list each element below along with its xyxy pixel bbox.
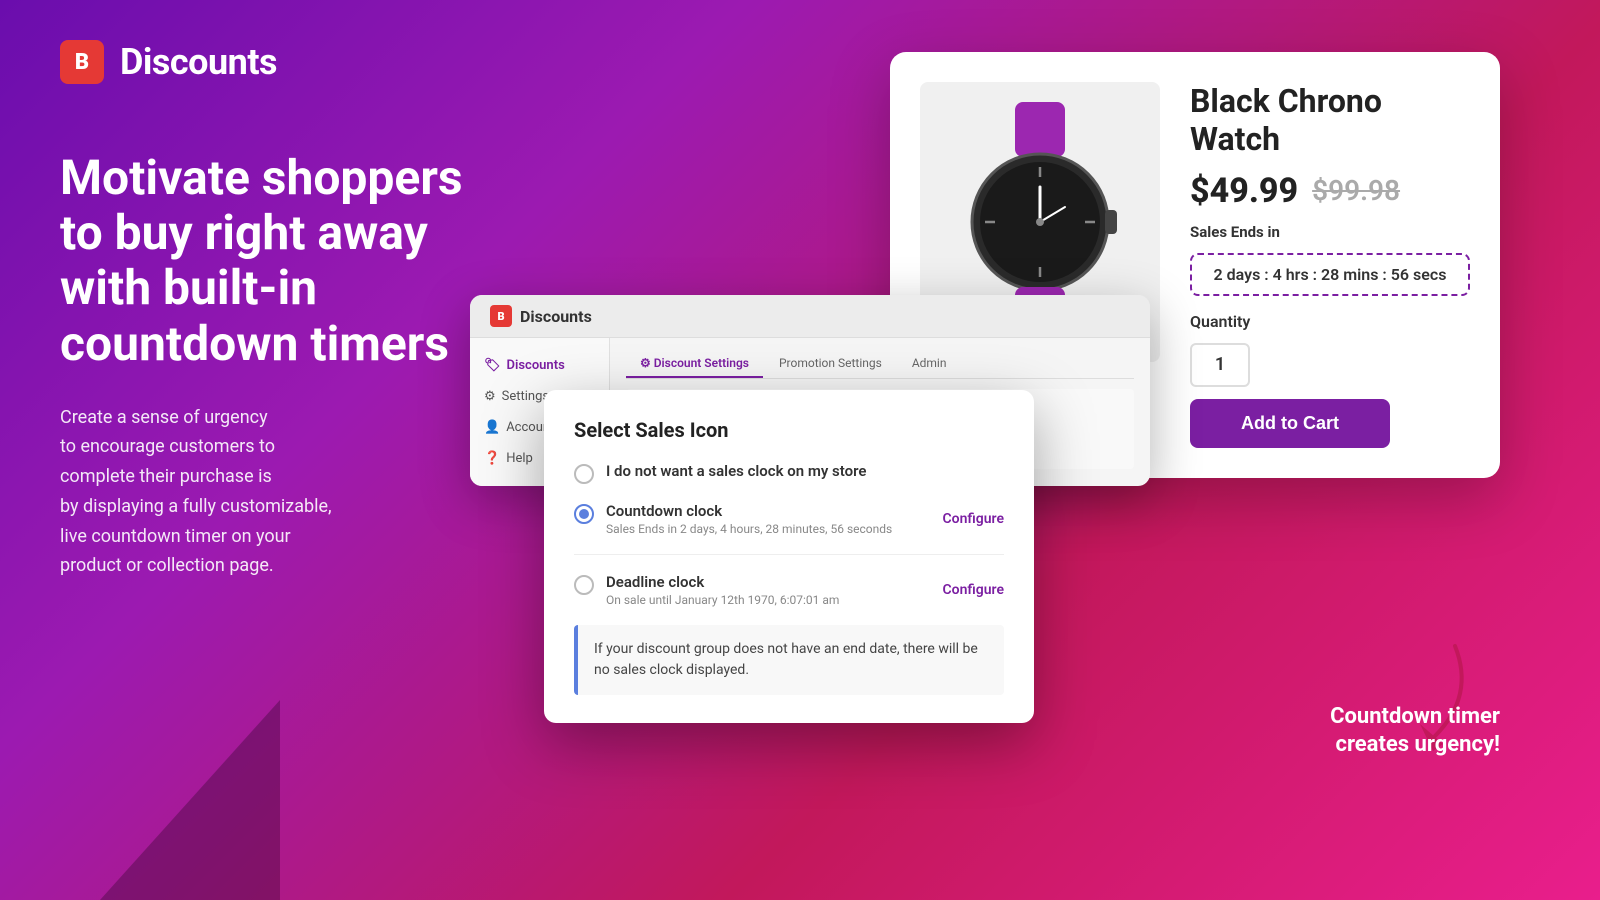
- no-clock-label: I do not want a sales clock on my store: [606, 462, 1004, 480]
- configure-deadline-link[interactable]: Configure: [943, 582, 1004, 598]
- sidebar-item-discounts[interactable]: 🏷 Discounts: [470, 350, 609, 381]
- tag-icon: 🏷: [484, 358, 501, 373]
- tab-discount-settings[interactable]: ⚙ Discount Settings: [626, 350, 763, 378]
- admin-brand-icon: B: [490, 305, 512, 327]
- radio-countdown-clock[interactable]: [574, 504, 594, 524]
- option-no-clock-text: I do not want a sales clock on my store: [606, 462, 1004, 480]
- radio-countdown-inner: [579, 509, 589, 519]
- subtext: Create a sense of urgencyto encourage cu…: [60, 403, 463, 581]
- option-deadline-text: Deadline clock On sale until January 12t…: [606, 573, 931, 607]
- countdown-clock-label: Countdown clock: [606, 502, 931, 520]
- brand-icon: B: [60, 40, 104, 84]
- admin-header: B Discounts: [470, 295, 1150, 338]
- sales-ends-label: Sales Ends in: [1190, 223, 1470, 241]
- modal-title: Select Sales Icon: [574, 418, 1004, 442]
- admin-tab-bar: ⚙ Discount Settings Promotion Settings A…: [626, 350, 1134, 379]
- option-no-clock[interactable]: I do not want a sales clock on my store: [574, 462, 1004, 484]
- modal-info-box: If your discount group does not have an …: [574, 625, 1004, 695]
- settings-icon: ⚙: [484, 389, 496, 404]
- deadline-clock-sublabel: On sale until January 12th 1970, 6:07:01…: [606, 593, 931, 607]
- radio-deadline-clock[interactable]: [574, 575, 594, 595]
- configure-countdown-link[interactable]: Configure: [943, 511, 1004, 527]
- option-deadline-clock[interactable]: Deadline clock On sale until January 12t…: [574, 573, 1004, 607]
- countdown-box: 2 days : 4 hrs : 28 mins : 56 secs: [1190, 253, 1470, 296]
- top-bar: B Discounts: [60, 40, 277, 84]
- countdown-clock-sublabel: Sales Ends in 2 days, 4 hours, 28 minute…: [606, 522, 931, 536]
- account-icon: 👤: [484, 420, 500, 435]
- left-content: Motivate shoppersto buy right awaywith b…: [60, 150, 463, 581]
- sales-icon-modal: Select Sales Icon I do not want a sales …: [544, 390, 1034, 723]
- countdown-urgency-label: Countdown timercreates urgency!: [1330, 703, 1500, 760]
- brand-title: Discounts: [120, 41, 277, 83]
- decorative-triangle: [100, 700, 280, 900]
- radio-no-clock[interactable]: [574, 464, 594, 484]
- quantity-input[interactable]: 1: [1190, 343, 1250, 387]
- option-countdown-text: Countdown clock Sales Ends in 2 days, 4 …: [606, 502, 931, 536]
- add-to-cart-button[interactable]: Add to Cart: [1190, 399, 1390, 448]
- headline: Motivate shoppersto buy right awaywith b…: [60, 150, 463, 371]
- deadline-clock-label: Deadline clock: [606, 573, 931, 591]
- option-countdown-clock[interactable]: Countdown clock Sales Ends in 2 days, 4 …: [574, 502, 1004, 536]
- modal-divider: [574, 554, 1004, 555]
- tab-admin[interactable]: Admin: [898, 350, 961, 378]
- help-icon: ❓: [484, 451, 500, 466]
- price-original: $99.98: [1312, 174, 1400, 207]
- quantity-label: Quantity: [1190, 312, 1470, 331]
- tab-promotion-settings[interactable]: Promotion Settings: [765, 350, 896, 378]
- product-info: Black ChronoWatch $49.99 $99.98 Sales En…: [1190, 82, 1470, 448]
- product-name: Black ChronoWatch: [1190, 82, 1470, 159]
- admin-panel-title: Discounts: [520, 307, 592, 326]
- price-row: $49.99 $99.98: [1190, 171, 1470, 211]
- price-current: $49.99: [1190, 171, 1298, 211]
